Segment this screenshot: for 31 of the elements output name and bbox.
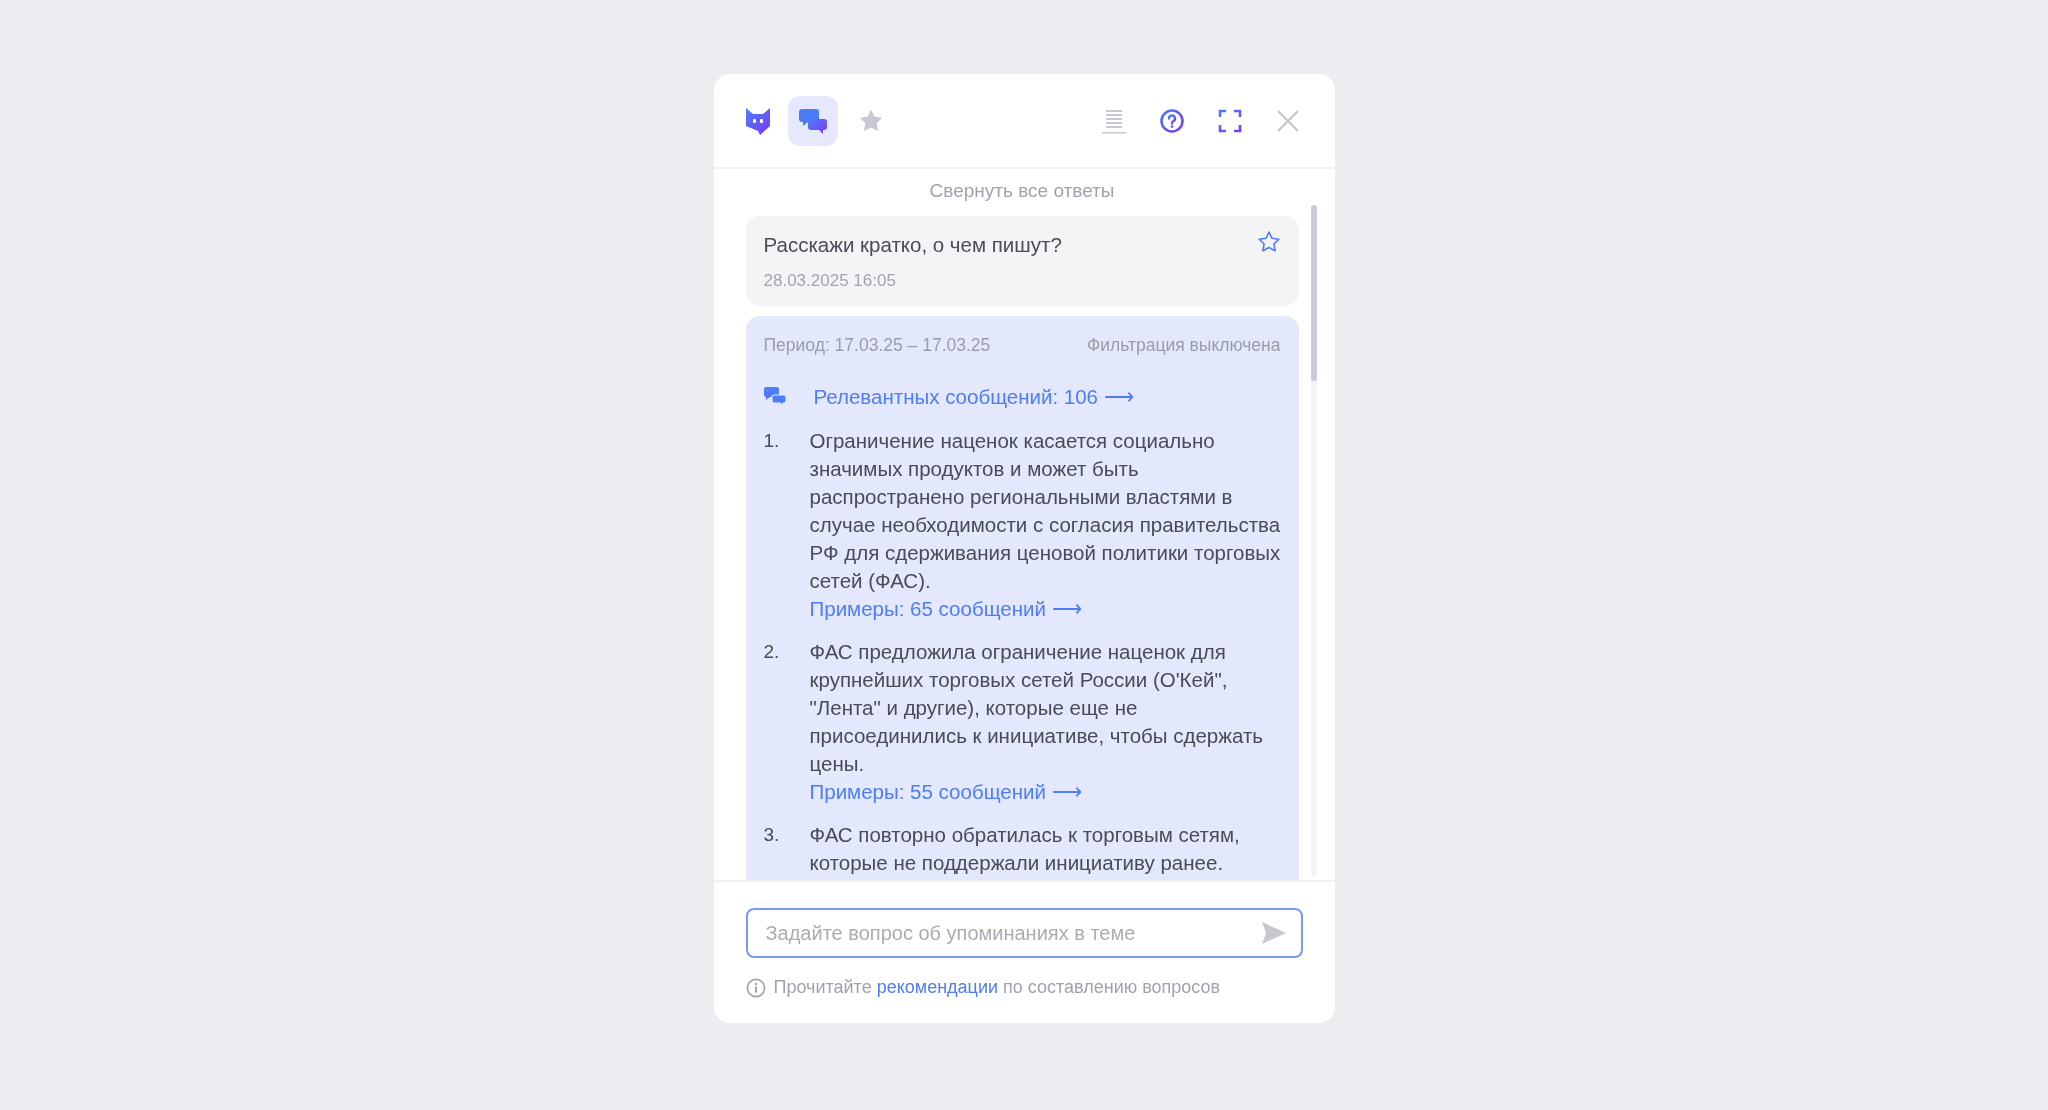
item-number: 1. [763,428,781,453]
item-text: ФАС предложила ограничение наценок для крупнейших торговых сетей России (О'Кей", "Лента" и другие), которые еще не присоединились к инициативе, чтобы сдержать цены. [809,638,1264,777]
period-text: Период: 17.03.25 – 17.03.25 [763,333,991,357]
info-icon [746,978,765,997]
examples-link[interactable]: Примеры: 55 сообщений ⟶ [809,777,1082,806]
tab[interactable] [787,95,838,146]
star-icon [859,109,882,131]
question-date: 28.03.2025 16:05 [763,270,897,293]
item-number: 3. [763,822,781,847]
question-text: Расскажи кратко, о чем пишут? [763,231,1062,258]
examples-link[interactable]: Примеры: 65 сообщений ⟶ [809,594,1082,623]
send-icon[interactable] [1260,921,1287,945]
list-icon [1101,107,1126,134]
chat-bubbles-icon [798,108,827,134]
recommendations-link[interactable]: рекомендации [876,977,999,997]
logo-icon [743,105,772,136]
hint-text: Прочитайте рекомендации по составлению вопросов [773,976,1221,999]
scrollbar[interactable] [1310,205,1317,877]
item-text: Ограничение наценок касается социально значимых продуктов и может быть распространено региональными властями в случае необходимости с согласия правительства РФ для сдерживания ценовой политики торговых сетей (ФАС). [809,427,1281,594]
fullscreen-icon [1217,108,1242,133]
close-icon [1275,108,1300,133]
help-icon [1158,107,1185,134]
collapse-all-link[interactable]: Свернуть все ответы [745,169,1299,216]
filter-status: Фильтрация выключена [1086,333,1281,357]
question-input-field[interactable]: Задайте вопрос об упоминаниях в теме [745,908,1303,958]
item-text: ФАС повторно обратилась к торговым сетям, которые не поддержали инициативу ранее. [809,821,1241,876]
favorite-star-icon[interactable] [1256,229,1281,254]
scrollbar-thumb[interactable] [1310,205,1317,381]
relevant-messages-link[interactable]: Релевантных сообщений: 106 ⟶ [813,382,1134,413]
messages-icon [763,387,786,407]
item-number: 2. [763,639,781,664]
